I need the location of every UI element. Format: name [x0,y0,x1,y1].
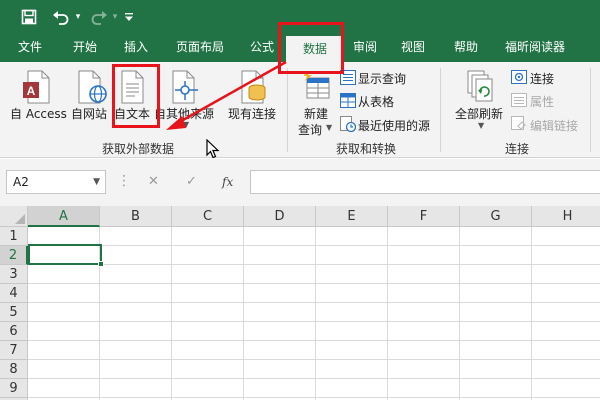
tab-foxit-reader[interactable]: 福昕阅读器 [498,33,572,62]
undo-icon[interactable] [50,6,72,28]
tab-help[interactable]: 帮助 [444,33,488,62]
properties-label: 属性 [530,95,555,109]
column-header[interactable]: H [532,206,600,227]
row-header[interactable]: 2 [0,246,28,265]
chevron-down-icon[interactable]: ▼ [93,171,100,193]
from-web-label: 自网站 [71,107,108,121]
chevron-down-icon: ▼ [183,120,190,129]
highlight-box-from-text [112,64,160,128]
tab-review[interactable]: 审阅 [345,33,385,62]
row-header[interactable]: 6 [0,322,28,341]
refresh-all-label: 全部刷新 [455,107,504,121]
other-sources-icon [171,70,201,104]
column-header[interactable]: A [28,206,100,227]
column-header[interactable]: D [244,206,316,227]
insert-function-button[interactable]: fx [222,170,233,194]
refresh-icon [467,70,495,102]
save-icon[interactable] [18,6,40,28]
confirm-entry-button[interactable]: ✓ [186,170,197,194]
group-separator [440,68,441,152]
properties-icon [511,93,527,107]
formula-bar: A2 ▼ ⋮ ✕ ✓ fx [0,159,600,206]
row-header[interactable]: 5 [0,303,28,322]
svg-text:A: A [27,84,36,98]
ribbon-data: A 自 Access 自网站 自文本 自其他来源 ▼ 现有连接 获取外部数据 新… [0,62,600,158]
from-access-label: 自 Access [10,107,67,121]
show-queries-label: 显示查询 [358,72,407,86]
name-box-value: A2 [13,175,29,189]
row-header[interactable]: 9 [0,379,28,398]
redo-icon[interactable] [88,6,110,28]
group-separator [287,68,288,152]
worksheet-grid: A B C D E F G H 1 2 3 4 5 6 7 8 9 10 [0,206,600,400]
column-header[interactable]: F [388,206,460,227]
tab-home[interactable]: 开始 [60,33,110,62]
group-separator [590,68,591,152]
recent-sources-icon [340,116,356,132]
row-header[interactable]: 3 [0,265,28,284]
name-box[interactable]: A2 ▼ [6,170,106,194]
cell-area[interactable] [28,227,600,400]
from-table-label: 从表格 [358,95,395,109]
tab-view[interactable]: 视图 [393,33,433,62]
cancel-entry-button[interactable]: ✕ [148,170,159,194]
group-label-connections: 连接 [505,142,530,156]
formula-bar-grip-icon[interactable]: ⋮ [117,173,131,189]
group-label-external-data: 获取外部数据 [102,142,175,156]
new-query-label-line1: 新建 [304,107,329,121]
customize-quick-access-icon[interactable] [122,6,136,28]
chevron-down-icon: ▼ [478,121,485,130]
column-header[interactable]: E [316,206,388,227]
column-header[interactable]: G [460,206,532,227]
column-header[interactable]: C [172,206,244,227]
group-label-get-transform: 获取和转换 [336,142,397,156]
existing-connections-label: 现有连接 [228,107,277,121]
tab-insert[interactable]: 插入 [112,33,160,62]
formula-input[interactable] [250,170,600,194]
edit-links-icon [511,116,527,130]
row-header[interactable]: 8 [0,360,28,379]
tab-page-layout[interactable]: 页面布局 [168,33,232,62]
highlight-box-data-tab [278,22,344,74]
mouse-cursor-icon [206,139,220,159]
new-query-label-line2: 查询 [298,123,323,137]
row-header[interactable]: 1 [0,227,28,246]
web-icon [77,70,109,104]
column-header[interactable]: B [100,206,172,227]
row-header[interactable]: 4 [0,284,28,303]
chevron-down-icon: ▼ [326,123,333,132]
undo-dropdown-icon[interactable]: ▾ [73,6,83,28]
connections-icon [511,70,527,84]
fill-handle[interactable] [98,261,104,267]
row-header[interactable]: 7 [0,341,28,360]
tab-file[interactable]: 文件 [8,33,52,62]
access-icon: A [22,70,54,104]
active-cell-a2[interactable] [28,244,104,267]
recent-sources-label: 最近使用的源 [358,119,431,133]
new-query-icon [302,70,332,100]
existing-connections-icon [240,70,268,104]
edit-links-label: 编辑链接 [530,119,579,133]
table-icon [340,93,356,108]
select-all-button[interactable] [0,206,28,227]
connections-label: 连接 [530,72,555,86]
redo-dropdown-icon[interactable]: ▾ [110,6,120,28]
